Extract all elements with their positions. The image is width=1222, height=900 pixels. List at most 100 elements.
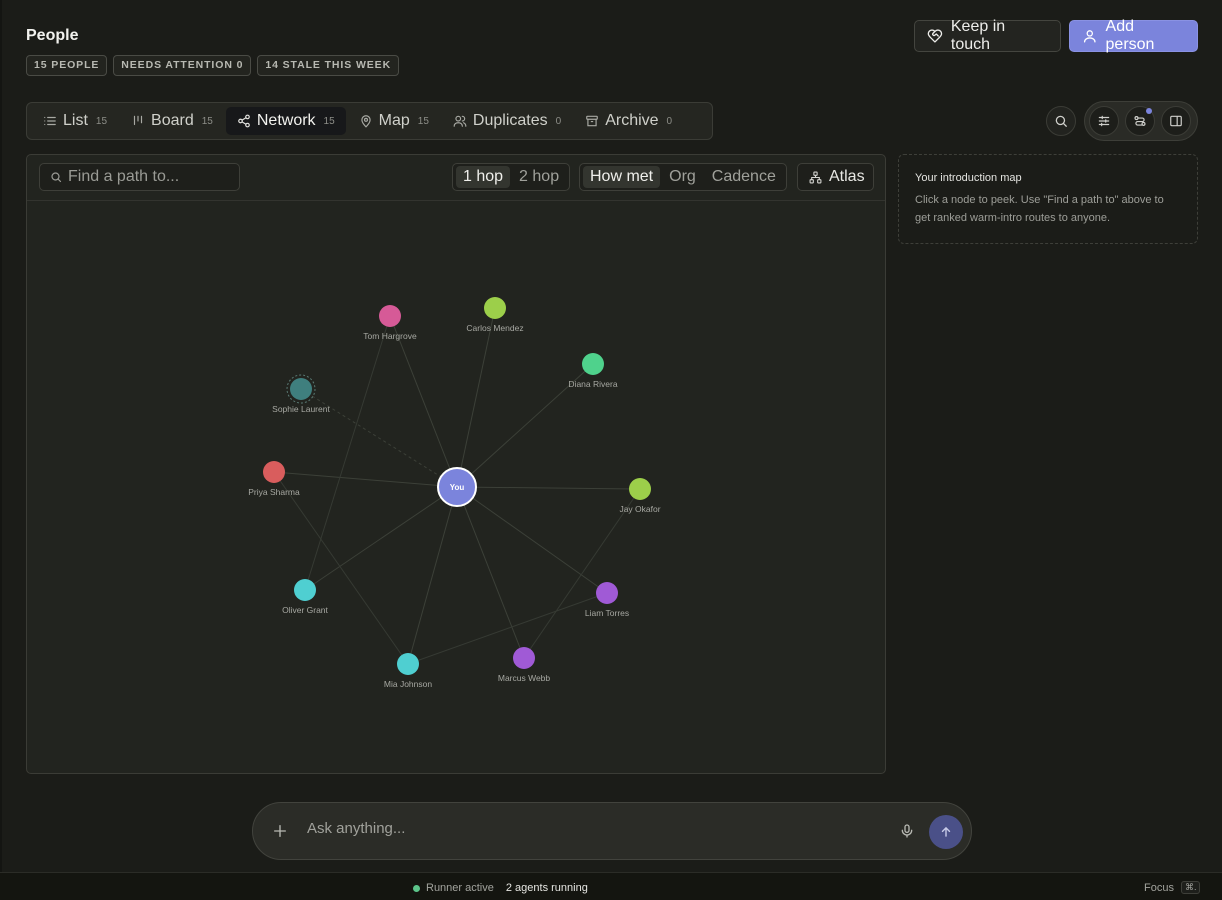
list-icon bbox=[44, 116, 56, 126]
node-label: Mia Johnson bbox=[384, 679, 432, 689]
add-person-label: Add person bbox=[1105, 18, 1155, 53]
node-dot bbox=[290, 378, 312, 400]
tab-board-label: Board bbox=[151, 112, 194, 129]
tab-duplicates-count: 0 bbox=[555, 115, 562, 127]
tab-network-count: 15 bbox=[323, 115, 335, 127]
attach-button[interactable] bbox=[269, 820, 291, 842]
find-path-input[interactable] bbox=[68, 168, 228, 186]
microphone-icon bbox=[901, 824, 913, 838]
node-liam-torres[interactable]: Liam Torres bbox=[585, 582, 629, 618]
add-person-button[interactable]: Add person bbox=[1069, 18, 1198, 53]
node-dot bbox=[582, 353, 604, 375]
user-icon bbox=[1083, 30, 1096, 43]
arrow-up-icon bbox=[941, 826, 951, 837]
edge-you-tom-hargrove bbox=[389, 315, 458, 488]
hop-option-1[interactable]: 1 hop bbox=[456, 166, 511, 188]
node-label: Liam Torres bbox=[585, 608, 629, 618]
mode-how-met[interactable]: How met bbox=[583, 166, 661, 188]
node-dot bbox=[513, 647, 535, 669]
node-you[interactable]: You bbox=[437, 467, 477, 507]
hierarchy-icon bbox=[809, 171, 822, 183]
node-dot bbox=[294, 579, 316, 601]
node-marcus-webb[interactable]: Marcus Webb bbox=[498, 647, 551, 683]
node-tom-hargrove[interactable]: Tom Hargrove bbox=[363, 305, 417, 341]
node-label: Marcus Webb bbox=[498, 673, 551, 683]
ask-input[interactable] bbox=[307, 820, 867, 837]
route-icon bbox=[1134, 116, 1146, 126]
edge-peer bbox=[273, 471, 409, 665]
node-oliver-grant[interactable]: Oliver Grant bbox=[282, 579, 329, 615]
filters-button[interactable] bbox=[1089, 106, 1119, 136]
window-edge bbox=[0, 0, 2, 872]
mode-org[interactable]: Org bbox=[662, 166, 703, 188]
edge-you-jay-okafor bbox=[456, 486, 641, 490]
tab-board-count: 15 bbox=[201, 115, 213, 127]
tab-board[interactable]: Board 15 bbox=[120, 107, 224, 135]
tab-list[interactable]: List 15 bbox=[32, 107, 118, 135]
tab-map-label: Map bbox=[378, 112, 410, 129]
focus-toggle[interactable]: Focus ⌘. bbox=[1144, 881, 1201, 894]
tab-list-count: 15 bbox=[95, 115, 108, 127]
edge-you-carlos-mendez bbox=[456, 307, 496, 488]
node-label: Oliver Grant bbox=[282, 605, 328, 615]
node-dot bbox=[484, 297, 506, 319]
people-count-badge: 15 PEOPLE bbox=[26, 55, 108, 76]
agents-count: 2 agents running bbox=[505, 882, 588, 894]
network-graph[interactable]: Tom Hargrove Carlos Mendez Diana Rivera Sop… bbox=[27, 155, 886, 774]
view-tabs: List 15 Board 15 Network 15 Map 15 Dupli… bbox=[26, 102, 713, 140]
edge-you-marcus-webb bbox=[456, 486, 525, 659]
edge-you-mia-johnson bbox=[407, 486, 458, 665]
tab-map[interactable]: Map 15 bbox=[348, 107, 440, 135]
hop-toggle: 1 hop 2 hop bbox=[452, 163, 571, 191]
node-priya-sharma[interactable]: Priya Sharma bbox=[248, 461, 300, 497]
stale-badge: 14 STALE THIS WEEK bbox=[257, 55, 400, 76]
map-pin-icon bbox=[361, 115, 371, 128]
edge-peer bbox=[523, 488, 641, 659]
edge-peer bbox=[304, 315, 391, 591]
hint-title: Your introduction map bbox=[915, 172, 1022, 184]
node-dot bbox=[596, 582, 618, 604]
edge-peer bbox=[407, 592, 608, 665]
atlas-button[interactable]: Atlas bbox=[797, 163, 874, 191]
edge-you-oliver-grant bbox=[304, 486, 458, 591]
node-label: Sophie Laurent bbox=[272, 404, 330, 414]
node-carlos-mendez[interactable]: Carlos Mendez bbox=[466, 297, 524, 333]
node-jay-okafor[interactable]: Jay Okafor bbox=[619, 478, 661, 514]
hop-option-2[interactable]: 2 hop bbox=[512, 166, 566, 188]
mode-cadence[interactable]: Cadence bbox=[705, 166, 783, 188]
node-label: Priya Sharma bbox=[248, 487, 300, 497]
status-bar: Runner active 2 agents running Focus ⌘. bbox=[0, 872, 1222, 900]
tab-archive[interactable]: Archive 0 bbox=[574, 107, 683, 135]
keep-in-touch-button[interactable]: Keep in touch bbox=[914, 18, 1061, 53]
color-mode-toggle: How met Org Cadence bbox=[579, 163, 787, 191]
notification-dot bbox=[1146, 108, 1152, 114]
graph-settings-button[interactable] bbox=[1125, 106, 1155, 136]
heart-handshake-icon bbox=[927, 29, 943, 43]
ask-bar bbox=[252, 802, 972, 860]
search-icon bbox=[1055, 115, 1067, 127]
hint-body: Click a node to peek. Use "Find a path t… bbox=[915, 194, 1164, 224]
focus-shortcut: ⌘. bbox=[1180, 881, 1201, 894]
send-button[interactable] bbox=[929, 815, 963, 849]
toggle-panel-button[interactable] bbox=[1161, 106, 1191, 136]
tab-duplicates-label: Duplicates bbox=[472, 112, 548, 129]
search-button[interactable] bbox=[1046, 106, 1076, 136]
tab-duplicates[interactable]: Duplicates 0 bbox=[442, 107, 572, 135]
node-dot bbox=[629, 478, 651, 500]
you-node-label: You bbox=[450, 483, 465, 492]
node-sophie-laurent[interactable]: Sophie Laurent bbox=[272, 374, 330, 414]
find-path-field[interactable] bbox=[39, 163, 240, 191]
tab-archive-label: Archive bbox=[605, 112, 659, 129]
tab-network[interactable]: Network 15 bbox=[225, 107, 346, 135]
tab-list-label: List bbox=[63, 112, 88, 129]
edge-you-priya-sharma bbox=[273, 471, 458, 488]
runner-status[interactable]: Runner active 2 agents running bbox=[413, 882, 588, 894]
tab-archive-count: 0 bbox=[666, 115, 673, 127]
intro-map-hint: Your introduction map Click a node to pe… bbox=[898, 154, 1198, 244]
page-title: People bbox=[26, 27, 79, 44]
node-label: Diana Rivera bbox=[568, 379, 617, 389]
microphone-button[interactable] bbox=[899, 821, 915, 846]
needs-attention-badge: NEEDS ATTENTION 0 bbox=[113, 55, 252, 76]
node-dot bbox=[379, 305, 401, 327]
node-diana-rivera[interactable]: Diana Rivera bbox=[568, 353, 618, 389]
